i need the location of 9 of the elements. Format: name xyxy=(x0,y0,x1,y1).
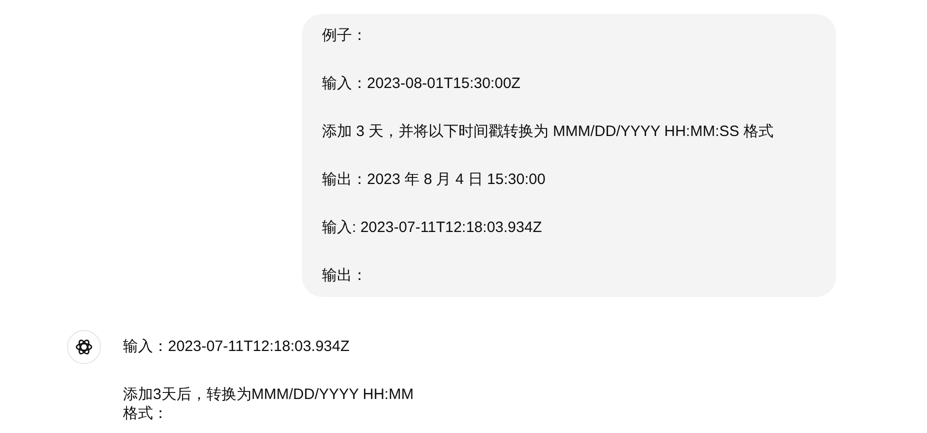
message-text: 添加 3 天，并将以下时间戳转换为 MMM/DD/YYYY HH:MM:SS 格式 xyxy=(322,122,774,141)
message-text: 输入：2023-08-01T15:30:00Z xyxy=(322,74,522,93)
message-text: 输出：2023 年 8 月 4 日 15:30:00 xyxy=(322,170,546,189)
message-text: 添加3天后，转换为MMM/DD/YYYY HH:MM 格式： xyxy=(123,385,415,423)
message-text: 例子： xyxy=(322,26,368,45)
assistant-avatar-icon xyxy=(67,330,101,364)
message-text: 输入：2023-07-11T12:18:03.934Z xyxy=(123,337,351,356)
message-text: 输入: 2023-07-11T12:18:03.934Z xyxy=(322,218,543,237)
message-text: 输出： xyxy=(322,266,368,285)
